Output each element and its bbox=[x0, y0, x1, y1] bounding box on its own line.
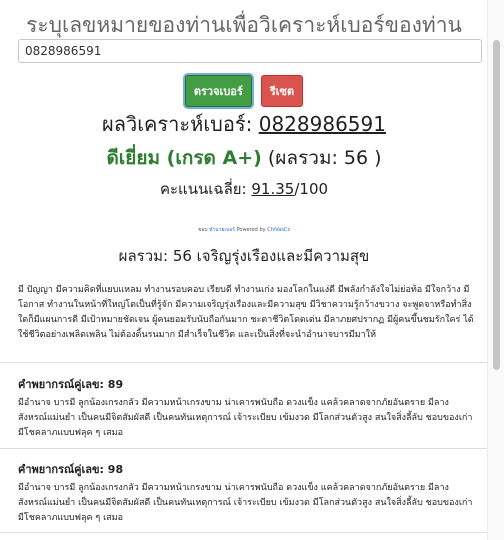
button-row: ตรวจเบอร์ รีเซต bbox=[0, 75, 488, 107]
credit-brand-link[interactable]: ChiVasCz bbox=[267, 227, 290, 233]
scrollbar[interactable] bbox=[487, 0, 504, 540]
summary-heading: ผลรวม: 56 เจริญรุ่งเรืองและมีความสุข bbox=[118, 247, 370, 265]
credit-powered: Powered by bbox=[236, 227, 266, 233]
page: ระบุเลขหมายของท่านเพื่อวิเคราะห์เบอร์ของ… bbox=[0, 0, 488, 540]
pair-title: คำพยากรณ์คู่เลข: 89 bbox=[18, 378, 124, 391]
page-title: ระบุเลขหมายของท่านเพื่อวิเคราะห์เบอร์ของ… bbox=[26, 13, 462, 37]
reset-button[interactable]: รีเซต bbox=[260, 75, 304, 107]
result-number: 0828986591 bbox=[258, 112, 386, 136]
summary-text: มี ปัญญา มีความคิดที่แยบแหลม ทำงานรอบคอบ… bbox=[18, 285, 474, 340]
score-line: คะแนนเฉลี่ย: 91.35/100 bbox=[0, 177, 488, 201]
phone-number-input[interactable] bbox=[18, 39, 482, 63]
divider bbox=[0, 362, 488, 363]
avg-score: 91.35 bbox=[251, 180, 295, 198]
divider bbox=[0, 532, 488, 533]
grade-badge: ดีเยี่ยม (เกรด A+) bbox=[106, 147, 262, 169]
credit-link[interactable]: ทำนายเบอร์ bbox=[209, 227, 235, 233]
pair-text: มีอำนาจ บารมี ลูกน้องเกรงกลัว มีความหน้า… bbox=[18, 483, 473, 523]
scrollbar-thumb[interactable] bbox=[493, 40, 500, 370]
grade-line: ดีเยี่ยม (เกรด A+) (ผลรวม: 56 ) bbox=[0, 143, 488, 173]
pair-text: มีอำนาจ บารมี ลูกน้องเกรงกลัว มีความหน้า… bbox=[18, 398, 473, 438]
avg-max: /100 bbox=[294, 180, 329, 198]
check-number-button[interactable]: ตรวจเบอร์ bbox=[184, 75, 252, 107]
avg-label: คะแนนเฉลี่ย: bbox=[159, 180, 247, 198]
pair-title: คำพยากรณ์คู่เลข: 98 bbox=[18, 463, 124, 476]
credit-line: ขอบ ทำนายเบอร์ Powered by ChiVasCz bbox=[0, 226, 488, 234]
divider bbox=[0, 448, 488, 449]
result-title: ผลวิเคราะห์เบอร์: 0828986591 bbox=[0, 108, 488, 140]
total-sum: (ผลรวม: 56 ) bbox=[267, 147, 382, 169]
credit-prefix: ขอบ bbox=[197, 227, 208, 233]
result-label: ผลวิเคราะห์เบอร์: bbox=[102, 112, 253, 136]
